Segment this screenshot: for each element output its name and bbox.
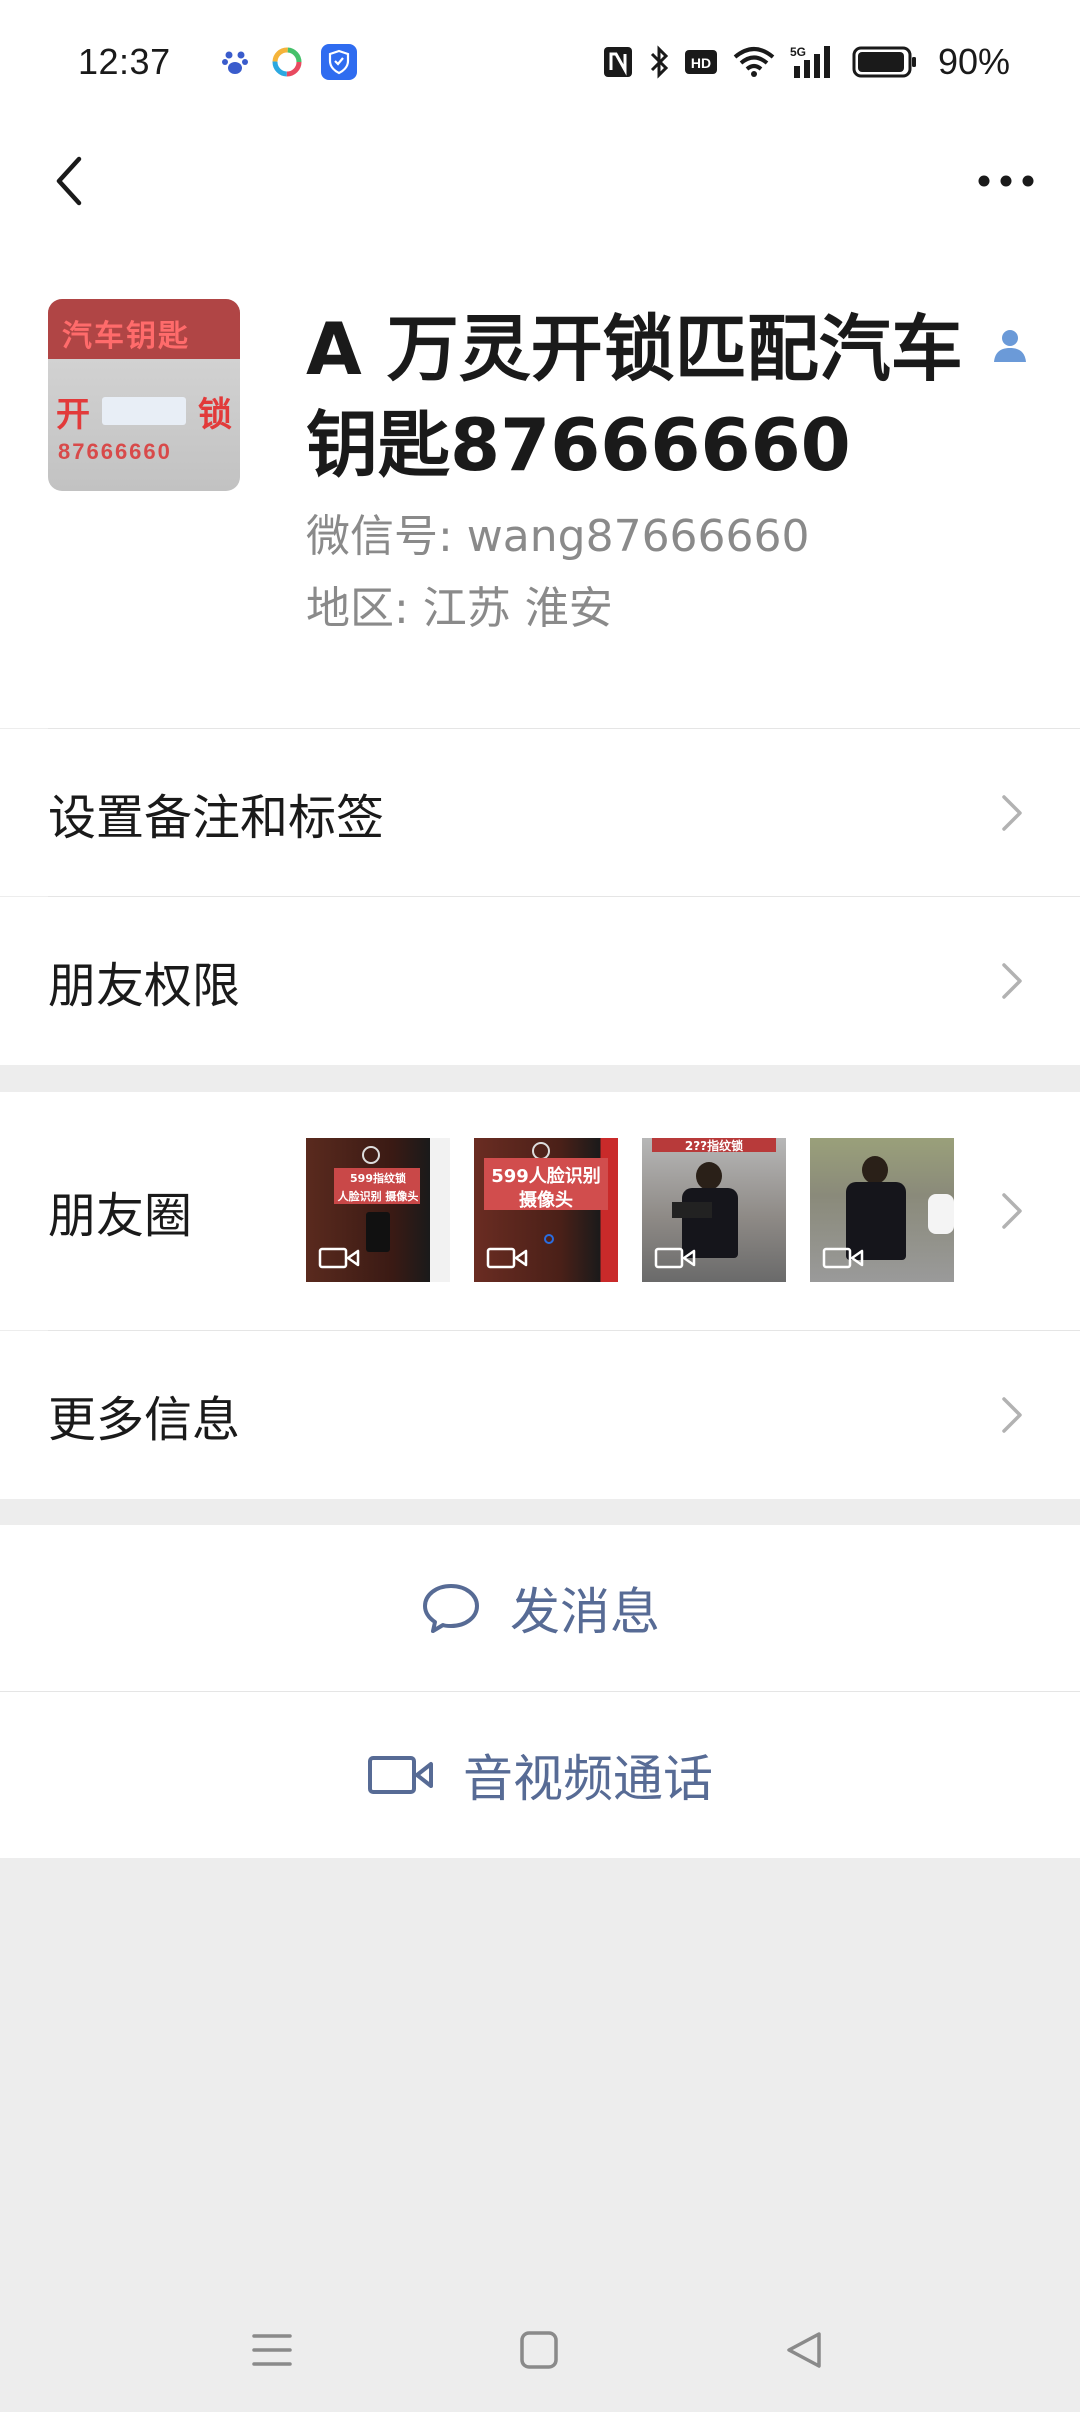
svg-text:5G: 5G: [790, 45, 806, 59]
square-home-icon: [520, 2331, 558, 2369]
blue-shield-app-icon: [320, 44, 357, 80]
moment-thumbnail[interactable]: 599指纹锁 人脸识别 摄像头: [306, 1138, 450, 1282]
home-button[interactable]: [509, 2320, 569, 2380]
contact-person-icon[interactable]: [990, 326, 1030, 366]
avatar-number: 87666660: [58, 439, 172, 464]
video-icon: [654, 1247, 696, 1269]
wechat-id: 微信号: wang87666660: [306, 511, 810, 562]
avatar-left-char: 开: [56, 394, 90, 435]
video-icon: [318, 1247, 360, 1269]
more-info-label: 更多信息: [48, 1392, 241, 1448]
set-remark-cell[interactable]: 设置备注和标签: [0, 729, 1080, 896]
video-icon: [486, 1247, 528, 1269]
moment-thumbnail[interactable]: 2??指纹锁: [642, 1138, 786, 1282]
more-button[interactable]: [966, 148, 1046, 214]
thumb-caption: 599人脸识别: [491, 1166, 601, 1187]
contact-profile-page: 12:37 HD 5G 90% 汽车钥匙 开 锁 87666660 A 万灵开锁…: [0, 0, 1080, 2412]
moments-label: 朋友圈: [48, 1188, 193, 1244]
send-message-label: 发消息: [510, 1583, 660, 1641]
5g-signal-icon: 5G: [790, 44, 838, 80]
thumb-caption: 摄像头: [519, 1190, 573, 1211]
set-remark-label: 设置备注和标签: [48, 789, 385, 846]
battery-icon: [852, 45, 918, 79]
friend-permissions-cell[interactable]: 朋友权限: [0, 897, 1080, 1065]
contact-name: A 万灵开锁匹配汽车钥匙87666660: [306, 307, 963, 487]
nfc-icon: [602, 45, 634, 79]
avatar[interactable]: 汽车钥匙 开 锁 87666660: [48, 299, 240, 491]
profile-header: 汽车钥匙 开 锁 87666660 A 万灵开锁匹配汽车钥匙87666660 微…: [0, 236, 1080, 728]
moments-thumbnails: 599指纹锁 人脸识别 摄像头 599人脸识别 摄像头 2??指纹锁: [306, 1138, 954, 1282]
moment-thumbnail[interactable]: 599人脸识别 摄像头: [474, 1138, 618, 1282]
wifi-icon: [732, 45, 776, 79]
video-camera-icon: [367, 1753, 435, 1797]
back-system-button[interactable]: [774, 2320, 834, 2380]
menu-button[interactable]: [242, 2320, 302, 2380]
triangle-back-icon: [787, 2332, 821, 2368]
top-nav-bar: [0, 124, 1080, 236]
thumb-caption: 599指纹锁: [350, 1172, 406, 1185]
friend-permissions-label: 朋友权限: [48, 958, 241, 1014]
chevron-right-icon: [1002, 1397, 1022, 1433]
chat-bubble-icon: [420, 1580, 482, 1636]
hd-icon: HD: [684, 47, 718, 77]
moment-thumbnail[interactable]: [810, 1138, 954, 1282]
status-time: 12:37: [78, 41, 171, 82]
battery-percent: 90%: [937, 41, 1010, 82]
video-icon: [822, 1247, 864, 1269]
more-info-cell[interactable]: 更多信息: [0, 1331, 1080, 1499]
chevron-right-icon: [1002, 794, 1022, 831]
menu-lines-icon: [252, 2334, 292, 2366]
status-app-icons: [217, 44, 357, 80]
status-bar: 12:37 HD 5G 90%: [0, 0, 1080, 124]
status-indicators: HD 5G 90%: [602, 41, 1010, 83]
region: 地区: 江苏 淮安: [306, 583, 613, 634]
chevron-right-icon: [1002, 1193, 1022, 1229]
send-message-button[interactable]: 发消息: [0, 1525, 1080, 1691]
thumb-caption: 2??指纹锁: [684, 1139, 744, 1153]
color-circle-app-icon: [269, 44, 305, 80]
thumb-caption: 人脸识别 摄像头: [337, 1190, 419, 1203]
system-navigation-bar: [0, 2290, 1080, 2412]
back-button[interactable]: [36, 148, 102, 214]
svg-text:HD: HD: [691, 55, 711, 71]
chevron-left-icon: [56, 156, 82, 206]
avatar-right-char: 锁: [198, 394, 232, 435]
video-call-label: 音视频通话: [463, 1750, 713, 1808]
baidu-paw-icon: [217, 44, 253, 80]
chevron-right-icon: [1002, 963, 1022, 999]
moments-cell[interactable]: 朋友圈 599指纹锁 人脸识别 摄像头 599人脸识别 摄像头 2??指纹锁: [0, 1092, 1080, 1330]
more-dots-icon: [978, 175, 1034, 187]
video-call-button[interactable]: 音视频通话: [0, 1692, 1080, 1858]
avatar-top-text: 汽车钥匙: [62, 319, 190, 354]
bluetooth-icon: [648, 44, 670, 80]
